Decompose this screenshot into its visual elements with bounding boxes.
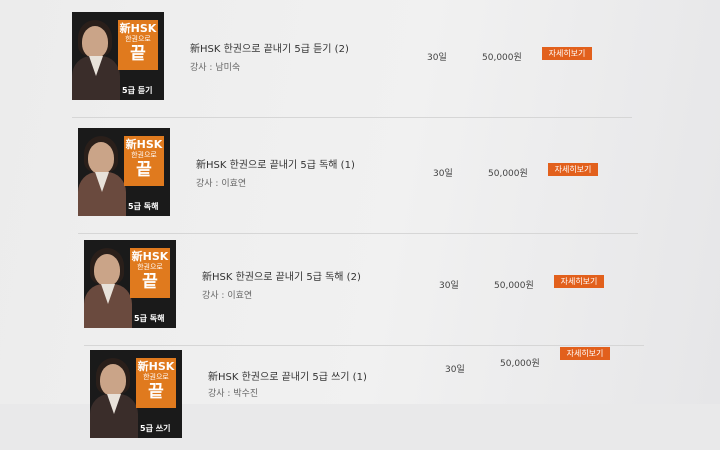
instructor-photo-face [82,26,108,58]
badge-big-text: 끝 [130,44,146,64]
badge-big-text: 끝 [148,382,164,402]
course-row: 新HSK 한권으로 끝 5급 쓰기 新HSK 한권으로 끝내기 5급 쓰기 (1… [90,347,650,450]
badge-top-text: 新HSK [131,250,169,263]
course-price: 50,000원 [482,53,522,63]
course-teacher: 강사 : 남미숙 [190,63,241,73]
course-teacher: 강사 : 이효연 [196,179,247,189]
course-list: 新HSK 한권으로 끝 5급 듣기 新HSK 한권으로 끝내기 5급 듣기 (2… [0,0,720,438]
course-teacher: 강사 : 이효연 [202,291,253,301]
course-price: 50,000원 [488,169,528,179]
course-thumbnail[interactable]: 新HSK 한권으로 끝 5급 듣기 [72,12,164,100]
detail-button[interactable]: 자세히보기 [560,347,610,360]
course-teacher: 강사 : 박수진 [208,389,259,399]
course-period: 30일 [439,281,459,291]
row-divider [78,233,638,234]
instructor-photo-face [100,364,126,396]
course-price: 50,000원 [500,359,540,369]
badge-top-text: 新HSK [137,360,175,373]
badge-top-text: 新HSK [125,138,163,151]
thumbnail-tag: 5급 독해 [128,202,159,211]
course-period: 30일 [433,169,453,179]
instructor-photo-face [94,254,120,286]
book-badge: 新HSK 한권으로 끝 [118,20,158,70]
course-row: 新HSK 한권으로 끝 5급 독해 新HSK 한권으로 끝내기 5급 독해 (2… [84,240,644,346]
course-title[interactable]: 新HSK 한권으로 끝내기 5급 독해 (1) [196,156,355,171]
course-title[interactable]: 新HSK 한권으로 끝내기 5급 독해 (2) [202,268,361,283]
course-thumbnail[interactable]: 新HSK 한권으로 끝 5급 쓰기 [90,350,182,438]
course-title[interactable]: 新HSK 한권으로 끝내기 5급 듣기 (2) [190,40,349,55]
course-thumbnail[interactable]: 新HSK 한권으로 끝 5급 독해 [84,240,176,328]
thumbnail-tag: 5급 쓰기 [140,424,171,433]
book-badge: 新HSK 한권으로 끝 [124,136,164,186]
course-price: 50,000원 [494,281,534,291]
row-divider [72,117,632,118]
badge-mid-text: 한권으로 [125,35,151,43]
book-badge: 新HSK 한권으로 끝 [136,358,176,408]
detail-button[interactable]: 자세히보기 [554,275,604,288]
badge-mid-text: 한권으로 [131,151,157,159]
instructor-photo-face [88,142,114,174]
course-row: 新HSK 한권으로 끝 5급 독해 新HSK 한권으로 끝내기 5급 독해 (1… [78,128,638,234]
detail-button[interactable]: 자세히보기 [548,163,598,176]
book-badge: 新HSK 한권으로 끝 [130,248,170,298]
course-title[interactable]: 新HSK 한권으로 끝내기 5급 쓰기 (1) [208,368,367,383]
thumbnail-tag: 5급 듣기 [122,86,153,95]
row-divider [84,345,644,346]
course-period: 30일 [427,53,447,63]
badge-mid-text: 한권으로 [143,373,169,381]
detail-button[interactable]: 자세히보기 [542,47,592,60]
course-thumbnail[interactable]: 新HSK 한권으로 끝 5급 독해 [78,128,170,216]
badge-big-text: 끝 [142,272,158,292]
course-row: 新HSK 한권으로 끝 5급 듣기 新HSK 한권으로 끝내기 5급 듣기 (2… [72,12,632,118]
badge-big-text: 끝 [136,160,152,180]
course-period: 30일 [445,365,465,375]
badge-mid-text: 한권으로 [137,263,163,271]
badge-top-text: 新HSK [119,22,157,35]
thumbnail-tag: 5급 독해 [134,314,165,323]
